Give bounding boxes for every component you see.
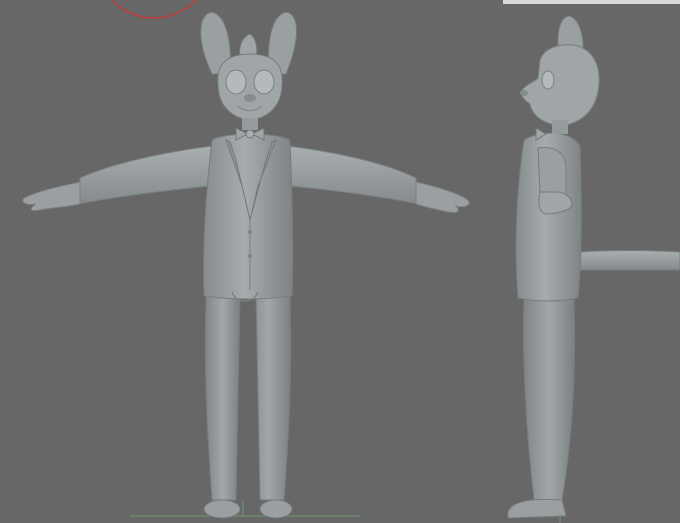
panel-top-edge — [503, 0, 680, 4]
character-front-view[interactable] — [22, 11, 470, 519]
character-side-view[interactable] — [507, 15, 680, 519]
3d-viewport[interactable] — [0, 0, 680, 523]
rotate-gizmo[interactable] — [96, 0, 212, 19]
